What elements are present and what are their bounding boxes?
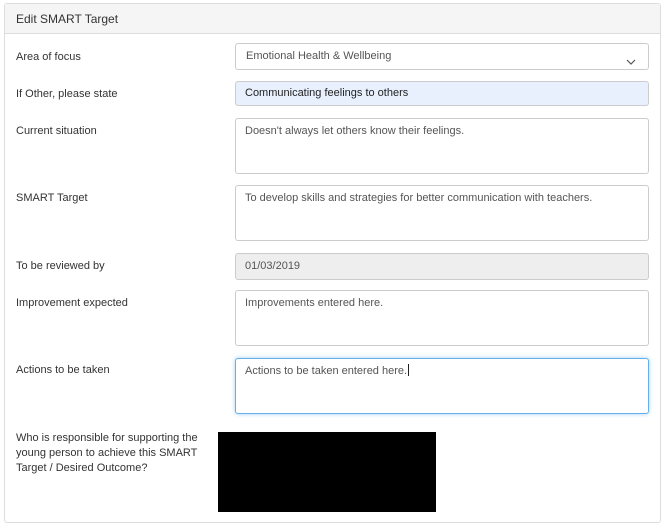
if-other-label: If Other, please state bbox=[16, 88, 118, 100]
area-of-focus-select[interactable]: Emotional Health & Wellbeing bbox=[235, 43, 649, 70]
actions-text: Actions to be taken entered here. bbox=[245, 365, 408, 377]
smart-target-textarea[interactable]: To develop skills and strategies for bet… bbox=[235, 185, 649, 241]
improvement-expected-label: Improvement expected bbox=[16, 297, 128, 309]
improvement-expected-textarea[interactable]: Improvements entered here. bbox=[235, 290, 649, 346]
text-cursor bbox=[408, 364, 410, 376]
area-of-focus-value: Emotional Health & Wellbeing bbox=[246, 50, 392, 62]
responsible-label: Who is responsible for supporting the yo… bbox=[16, 432, 198, 474]
redacted-area bbox=[218, 432, 436, 512]
actions-label: Actions to be taken bbox=[16, 364, 110, 376]
review-date-label: To be reviewed by bbox=[16, 260, 105, 272]
area-of-focus-label: Area of focus bbox=[16, 51, 81, 63]
panel-title: Edit SMART Target bbox=[16, 12, 119, 26]
actions-textarea[interactable]: Actions to be taken entered here. bbox=[235, 358, 649, 414]
panel-heading: Edit SMART Target bbox=[5, 4, 660, 34]
review-date-input[interactable]: 01/03/2019 bbox=[235, 253, 649, 280]
current-situation-label: Current situation bbox=[16, 125, 97, 137]
current-situation-textarea[interactable]: Doesn't always let others know their fee… bbox=[235, 118, 649, 174]
chevron-down-icon bbox=[626, 52, 636, 65]
if-other-input[interactable]: Communicating feelings to others bbox=[235, 81, 649, 106]
smart-target-label: SMART Target bbox=[16, 192, 88, 204]
